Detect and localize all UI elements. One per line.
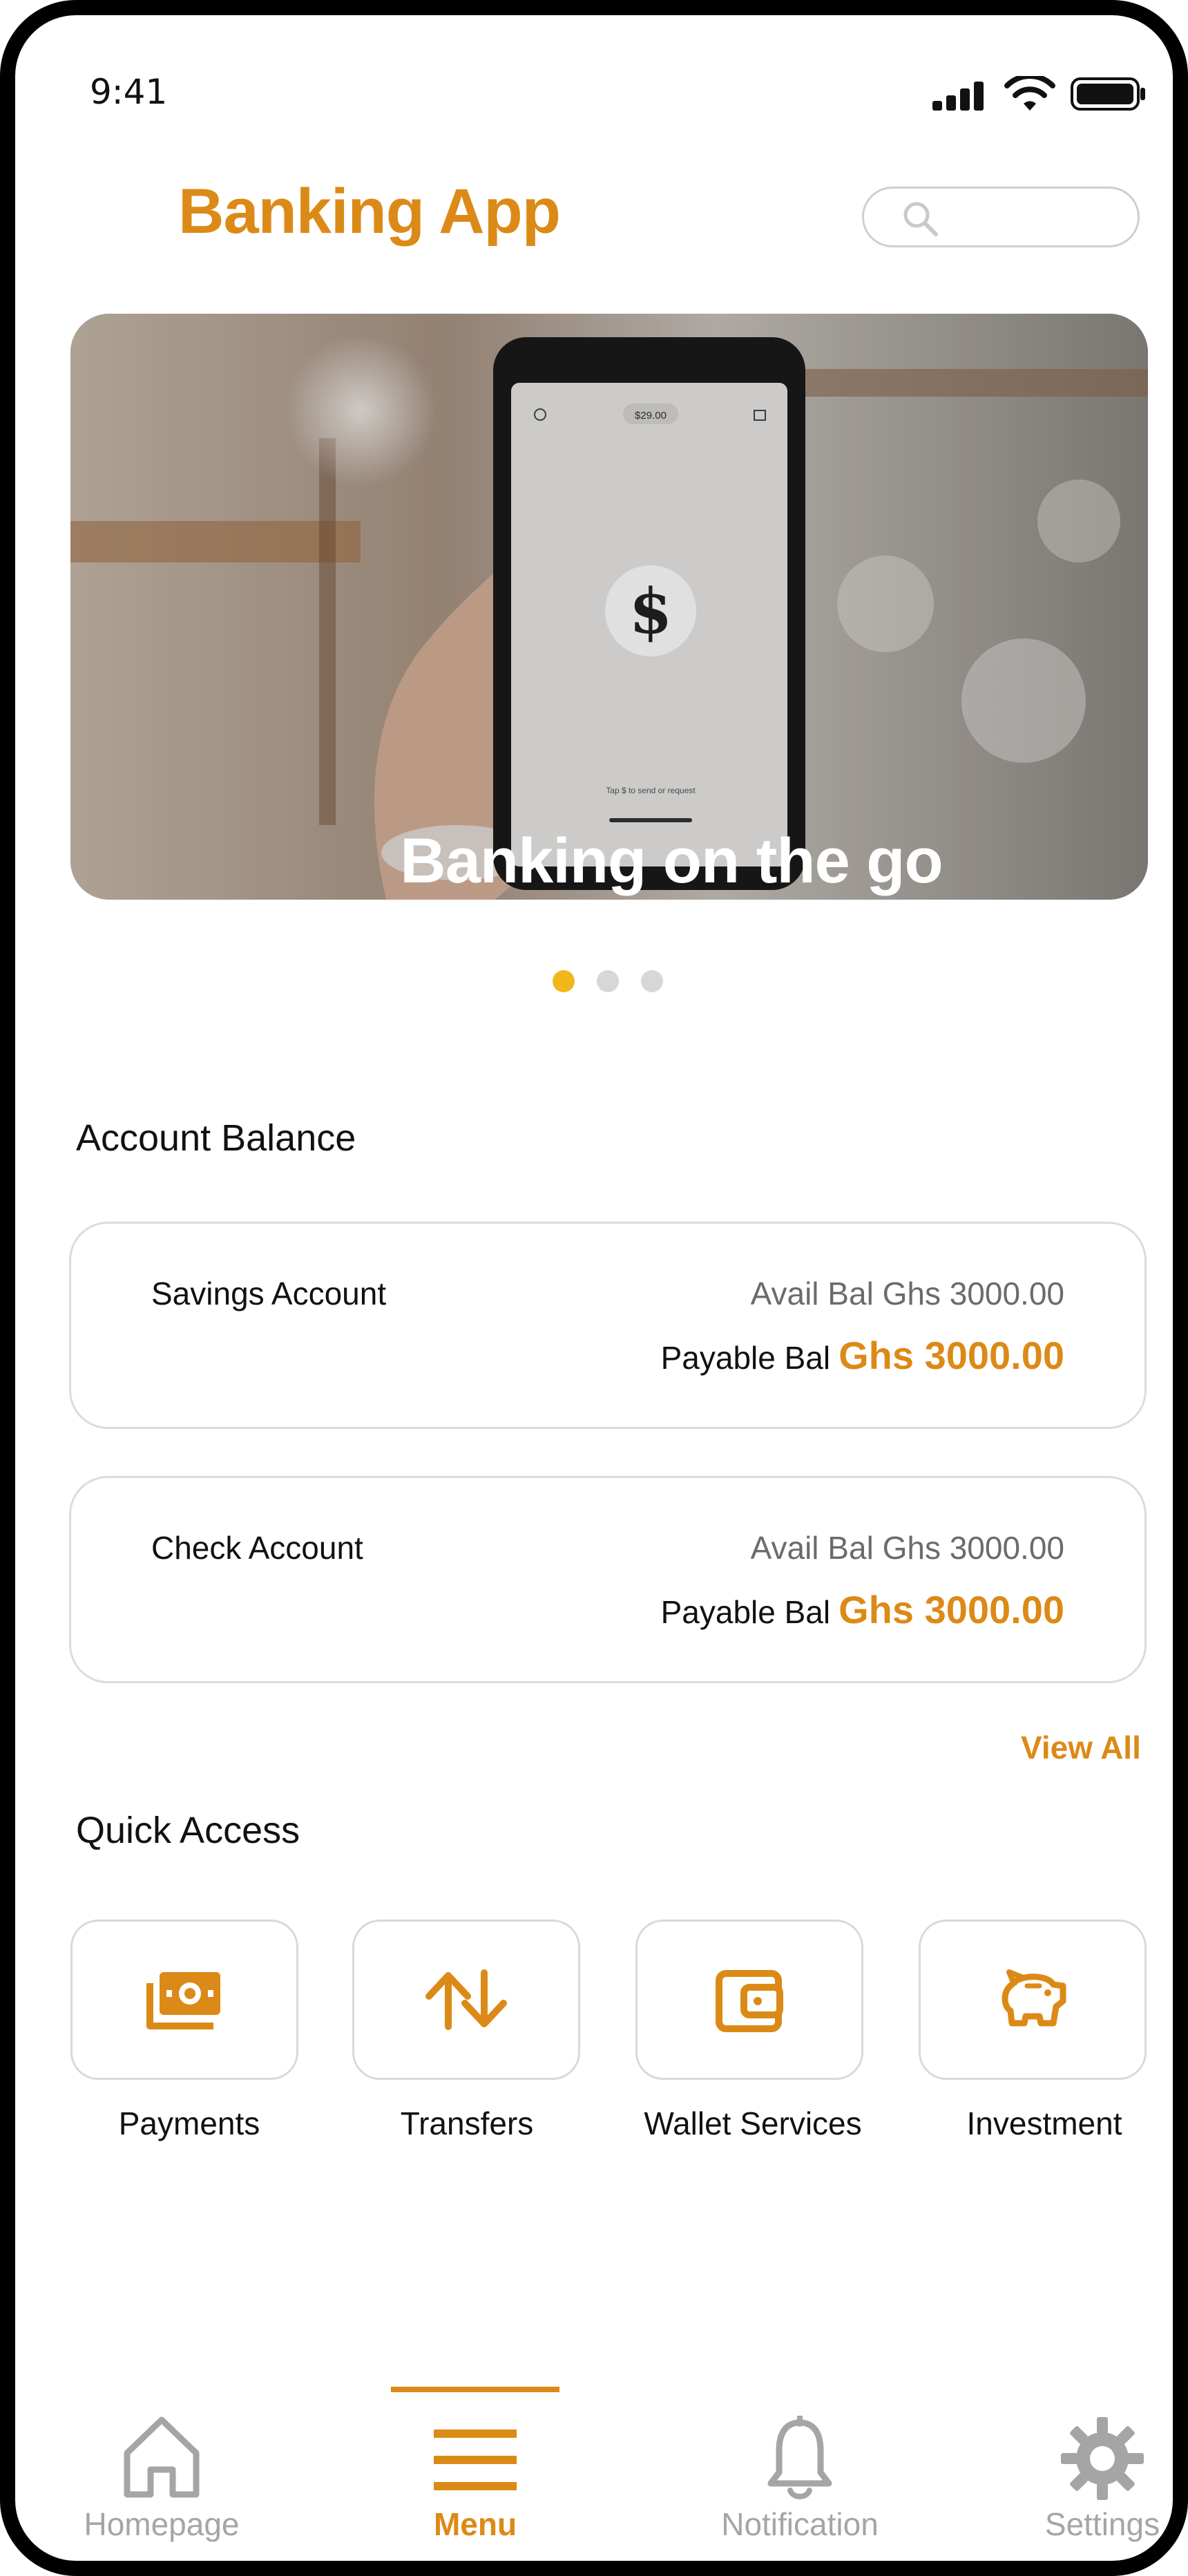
- carousel-dot-2[interactable]: [597, 970, 619, 992]
- quick-access-label: Payments: [118, 2105, 260, 2141]
- nav-label: Settings: [1044, 2506, 1160, 2542]
- money-icon: [146, 1972, 220, 2029]
- carousel-dot-1[interactable]: [553, 970, 575, 992]
- nav-label: Notification: [721, 2506, 879, 2542]
- account-card-check[interactable]: Check Account Avail Bal Ghs 3000.00 Paya…: [69, 1476, 1147, 1683]
- payable-value: Ghs 3000.00: [839, 1588, 1064, 1631]
- available-balance: Avail Bal Ghs 3000.00: [750, 1530, 1064, 1566]
- piggy-bank-icon: [1002, 1969, 1066, 2027]
- home-icon: [124, 2416, 200, 2498]
- status-time: 9:41: [90, 72, 168, 112]
- wallet-icon: [716, 1970, 783, 2032]
- phone-frame: 9:41 Banking App $29.00 $ Tap $ to send …: [0, 0, 1188, 2576]
- search-icon: [903, 202, 938, 236]
- active-tab-indicator: [391, 2387, 559, 2392]
- account-card-savings[interactable]: Savings Account Avail Bal Ghs 3000.00 Pa…: [69, 1222, 1147, 1429]
- promo-banner[interactable]: $29.00 $ Tap $ to send or request Bankin…: [70, 314, 1148, 900]
- available-balance: Avail Bal Ghs 3000.00: [750, 1276, 1064, 1311]
- carousel-indicator[interactable]: [553, 970, 663, 992]
- nav-label: Homepage: [84, 2506, 240, 2542]
- gear-icon: [1061, 2417, 1144, 2500]
- carousel-dot-3[interactable]: [641, 970, 663, 992]
- quick-access-title: Quick Access: [76, 1810, 300, 1851]
- view-all-link[interactable]: View All: [1021, 1729, 1141, 1766]
- quick-access-wallet-services[interactable]: [635, 1920, 863, 2080]
- app-title: Banking App: [178, 176, 561, 247]
- payable-balance: Payable Bal Ghs 3000.00: [661, 1587, 1064, 1632]
- quick-access-label: Wallet Services: [644, 2105, 862, 2141]
- nav-label: Menu: [433, 2506, 517, 2542]
- quick-access-investment[interactable]: [919, 1920, 1147, 2080]
- quick-access-payments[interactable]: [70, 1920, 298, 2080]
- banner-caption: Banking on the go: [400, 826, 943, 896]
- quick-access-label: Investment: [966, 2105, 1122, 2141]
- battery-icon: [1071, 77, 1145, 111]
- payable-label: Payable Bal: [660, 1594, 831, 1630]
- quick-access-label: Transfers: [400, 2105, 534, 2141]
- search-input[interactable]: [862, 187, 1140, 247]
- account-name: Savings Account: [151, 1276, 387, 1311]
- transfer-arrows-icon: [425, 1969, 507, 2030]
- bell-icon: [767, 2416, 832, 2499]
- payable-value: Ghs 3000.00: [839, 1334, 1064, 1377]
- wifi-icon: [1004, 76, 1055, 111]
- menu-icon: [434, 2430, 517, 2490]
- banner-photo: $29.00 $ Tap $ to send or request: [70, 314, 1148, 900]
- account-name: Check Account: [151, 1530, 363, 1566]
- payable-label: Payable Bal: [660, 1340, 831, 1376]
- account-balance-title: Account Balance: [76, 1117, 356, 1159]
- quick-access-transfers[interactable]: [352, 1920, 580, 2080]
- payable-balance: Payable Bal Ghs 3000.00: [661, 1333, 1064, 1378]
- signal-icon: [932, 82, 984, 111]
